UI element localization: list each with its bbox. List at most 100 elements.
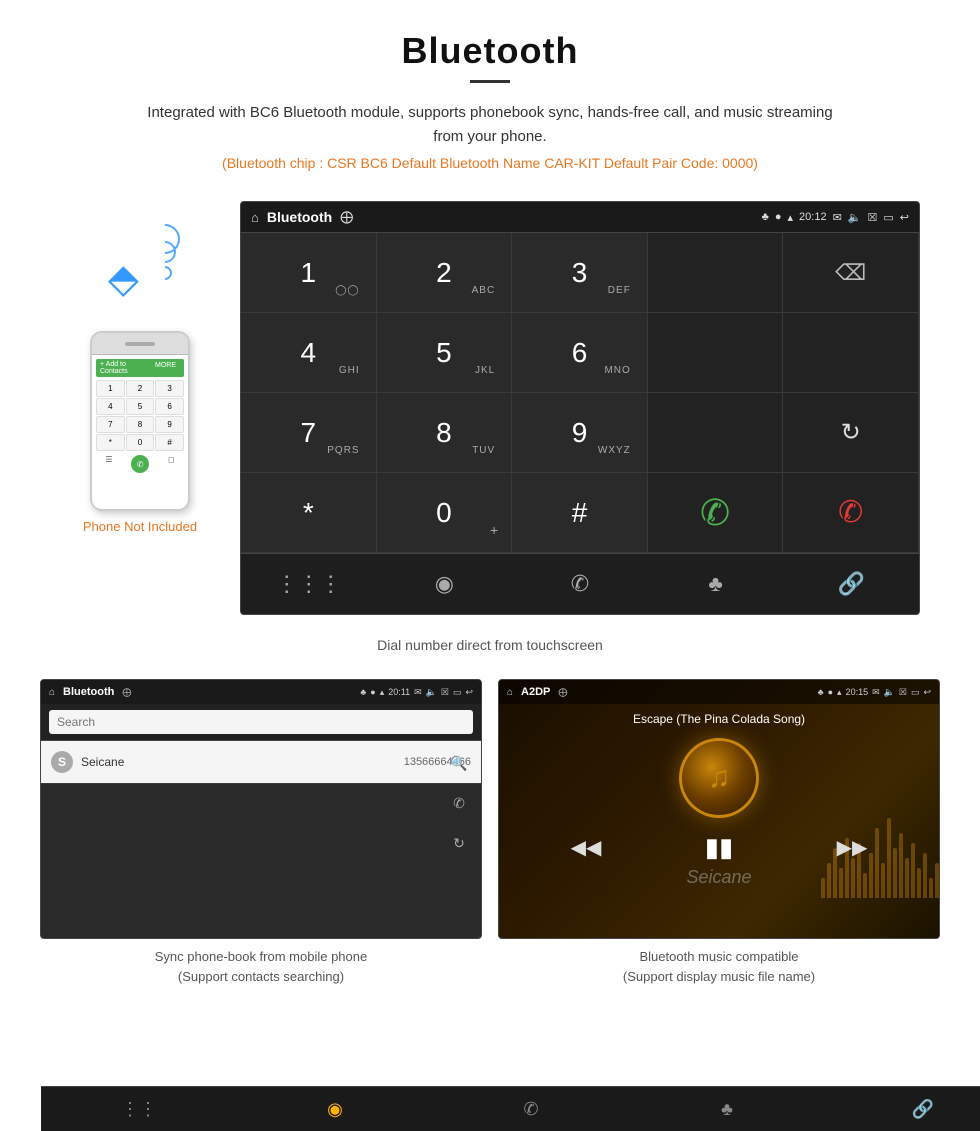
next-track-button[interactable]: ▶▶ xyxy=(837,835,868,860)
window-icon[interactable]: ▭ xyxy=(883,211,893,224)
pb-win-icon[interactable]: ▭ xyxy=(453,687,462,698)
call-button-green[interactable]: ✆ xyxy=(648,473,784,553)
phone-key[interactable]: 8 xyxy=(126,416,155,433)
call-button-red[interactable]: ✆ xyxy=(783,473,919,553)
phone-key[interactable]: 1 xyxy=(96,380,125,397)
subtitle-text: Integrated with BC6 Bluetooth module, su… xyxy=(140,101,840,149)
bluetooth-icon-area: ⬘ xyxy=(100,241,180,321)
dial-key-9[interactable]: 9WXYZ xyxy=(512,393,648,473)
pb-contact-avatar: S xyxy=(51,751,73,773)
music-album-art: ♫ xyxy=(679,738,759,818)
pb-status-left: ⌂ Bluetooth ⨁ xyxy=(49,686,131,698)
music-bg: ⌂ A2DP ⨁ ♣ ● ▴ 20:15 ✉ 🔈 ☒ ▭ ↩ xyxy=(499,680,939,938)
dial-key-4[interactable]: 4GHI xyxy=(241,313,377,393)
mu-vol-icon: 🔈 xyxy=(884,687,895,698)
nav-phone-icon[interactable]: ✆ xyxy=(512,554,648,614)
volume-icon: 🔈 xyxy=(848,211,862,224)
dial-key-8[interactable]: 8TUV xyxy=(377,393,513,473)
phone-key[interactable]: 0 xyxy=(126,434,155,451)
phonebook-panel: ⌂ Bluetooth ⨁ ♣ ● ▴ 20:11 ✉ 🔈 ☒ ▭ ↩ xyxy=(40,679,482,986)
pb-search-input[interactable] xyxy=(49,710,473,734)
dial-key-star[interactable]: * xyxy=(241,473,377,553)
dial-key-7[interactable]: 7PQRS xyxy=(241,393,377,473)
pb-sync-btn[interactable]: ↻ xyxy=(443,827,475,859)
dial-empty-1 xyxy=(648,233,784,313)
dial-key-1[interactable]: 1◯◯ xyxy=(241,233,377,313)
bluetooth-symbol-icon: ⬘ xyxy=(108,256,139,302)
phone-key[interactable]: 7 xyxy=(96,416,125,433)
signal-waves xyxy=(158,246,180,280)
usb-icon: ⨁ xyxy=(340,209,353,225)
phone-key[interactable]: 2 xyxy=(126,380,155,397)
bottom-panels: ⌂ Bluetooth ⨁ ♣ ● ▴ 20:11 ✉ 🔈 ☒ ▭ ↩ xyxy=(0,679,980,1016)
nav-link-icon[interactable]: 🔗 xyxy=(783,554,919,614)
camera-icon: ✉ xyxy=(833,211,842,224)
mu-cam-icon: ✉ xyxy=(872,687,880,698)
pb-bt-icon: ♣ xyxy=(360,687,366,698)
music-note-icon: ♫ xyxy=(708,761,731,795)
dial-key-5[interactable]: 5JKL xyxy=(377,313,513,393)
pb-back-icon[interactable]: ↩ xyxy=(465,687,473,698)
nav-contacts-icon[interactable]: ◉ xyxy=(377,554,513,614)
dial-empty-4 xyxy=(648,393,784,473)
mu-signal-icon: ● xyxy=(828,687,833,698)
phone-body: + Add to ContactsMORE 1 2 3 4 5 6 7 8 9 … xyxy=(90,331,190,511)
pb-search-btn[interactable]: 🔍 xyxy=(443,747,475,779)
dial-bottom-nav: ⋮⋮⋮ ◉ ✆ ♣ 🔗 xyxy=(241,553,919,614)
nav-dialpad-icon[interactable]: ⋮⋮⋮ xyxy=(241,554,377,614)
dial-caption: Dial number direct from touchscreen xyxy=(0,631,980,659)
signal-wave-small xyxy=(155,263,175,283)
mu-wifi-icon: ▴ xyxy=(837,687,842,698)
phone-call-button[interactable]: ✆ xyxy=(131,455,149,473)
phone-speaker xyxy=(125,342,155,346)
dial-empty-3 xyxy=(783,313,919,393)
dial-key-0[interactable]: 0+ xyxy=(377,473,513,553)
mu-win-icon[interactable]: ▭ xyxy=(911,687,920,698)
pb-right-icons: 🔍 ✆ ↻ xyxy=(443,741,475,859)
home-icon[interactable]: ⌂ xyxy=(251,210,259,225)
android-dialpad-screen: ⌂ Bluetooth ⨁ ♣ ● ▴ 20:12 ✉ 🔈 ☒ ▭ ↩ 1◯◯ … xyxy=(240,201,920,615)
dial-backspace[interactable]: ⌫ xyxy=(783,233,919,313)
mu-back-icon[interactable]: ↩ xyxy=(923,687,931,698)
phone-green-bar: + Add to ContactsMORE xyxy=(96,359,184,377)
dial-key-hash[interactable]: # xyxy=(512,473,648,553)
phone-key[interactable]: # xyxy=(155,434,184,451)
mu-time: 20:15 xyxy=(846,687,869,698)
play-pause-button[interactable]: ▮▮ xyxy=(705,832,734,863)
back-icon[interactable]: ↩ xyxy=(900,211,909,224)
phone-key[interactable]: 4 xyxy=(96,398,125,415)
dial-refresh[interactable]: ↻ xyxy=(783,393,919,473)
phone-bottom-row: ☰ ✆ ◻ xyxy=(96,455,184,473)
close-icon[interactable]: ☒ xyxy=(868,211,878,224)
pb-status-icons: ♣ ● ▴ 20:11 ✉ 🔈 ☒ ▭ ↩ xyxy=(360,687,473,698)
nav-bluetooth-icon[interactable]: ♣ xyxy=(648,554,784,614)
phone-top-bar xyxy=(92,333,188,355)
phone-key[interactable]: 9 xyxy=(155,416,184,433)
phone-key[interactable]: 6 xyxy=(155,398,184,415)
phone-screen: + Add to ContactsMORE 1 2 3 4 5 6 7 8 9 … xyxy=(92,355,188,509)
phonebook-screen: ⌂ Bluetooth ⨁ ♣ ● ▴ 20:11 ✉ 🔈 ☒ ▭ ↩ xyxy=(40,679,482,939)
pb-close-icon[interactable]: ☒ xyxy=(441,687,449,698)
phone-key[interactable]: * xyxy=(96,434,125,451)
phone-key[interactable]: 5 xyxy=(126,398,155,415)
music-status-icons: ♣ ● ▴ 20:15 ✉ 🔈 ☒ ▭ ↩ xyxy=(818,687,931,698)
phone-keypad: 1 2 3 4 5 6 7 8 9 * 0 # xyxy=(96,380,184,451)
location-status-icon: ● xyxy=(775,211,782,223)
dial-key-2[interactable]: 2ABC xyxy=(377,233,513,313)
dial-key-6[interactable]: 6MNO xyxy=(512,313,648,393)
music-screen-title: A2DP xyxy=(521,686,550,698)
prev-track-button[interactable]: ◀◀ xyxy=(571,835,602,860)
pb-phone-btn[interactable]: ✆ xyxy=(443,787,475,819)
music-panel: ⌂ A2DP ⨁ ♣ ● ▴ 20:15 ✉ 🔈 ☒ ▭ ↩ xyxy=(498,679,940,986)
music-controls: ◀◀ ▮▮ ▶▶ xyxy=(499,826,939,869)
page-title: Bluetooth xyxy=(20,30,960,72)
dial-empty-2 xyxy=(648,313,784,393)
status-left: ⌂ Bluetooth ⨁ xyxy=(251,209,353,225)
phonebook-caption: Sync phone-book from mobile phone(Suppor… xyxy=(155,947,367,986)
pb-signal-icon: ● xyxy=(370,687,375,698)
mu-close-icon[interactable]: ☒ xyxy=(899,687,907,698)
music-status-left: ⌂ A2DP ⨁ xyxy=(507,686,567,698)
title-divider xyxy=(470,80,510,83)
dial-key-3[interactable]: 3DEF xyxy=(512,233,648,313)
phone-key[interactable]: 3 xyxy=(155,380,184,397)
